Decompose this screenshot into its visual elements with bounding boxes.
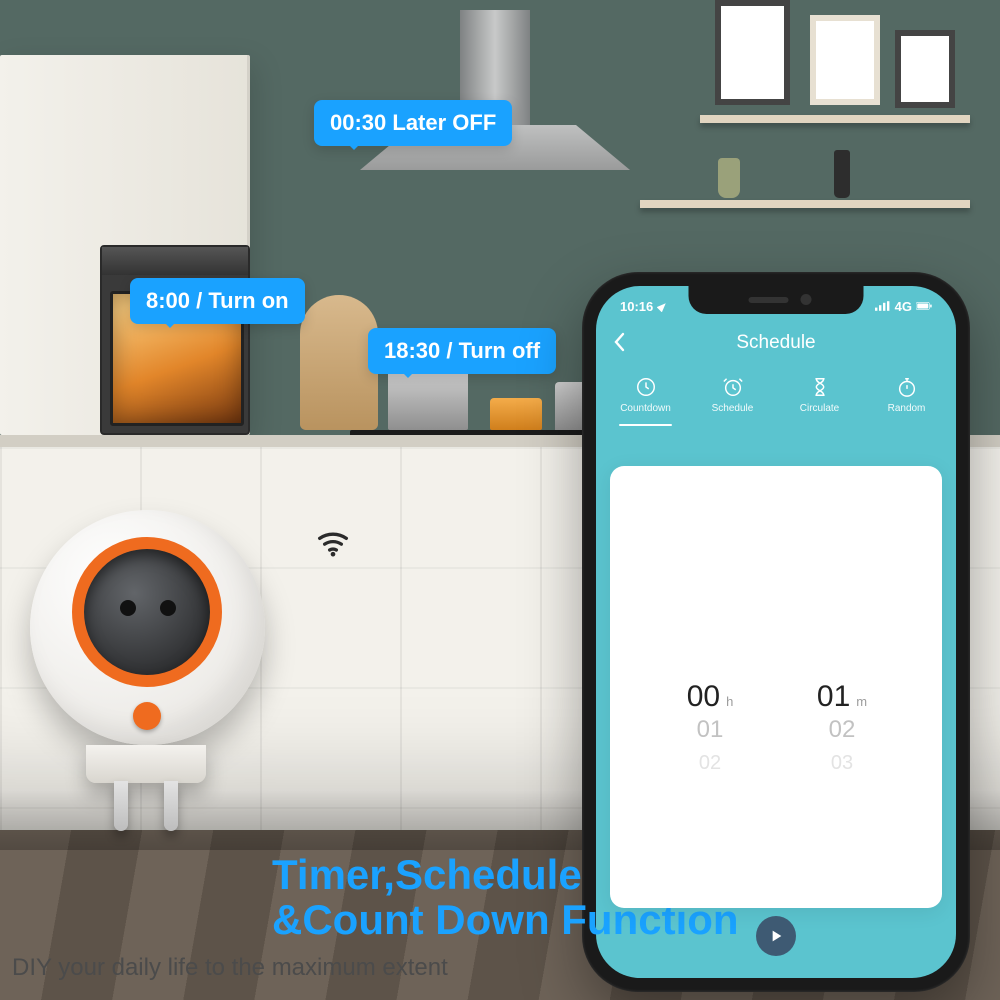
pot [490, 398, 542, 430]
signal-icon [875, 300, 891, 312]
subheadline: DIY your daily life to the maximum exten… [12, 954, 448, 982]
minutes-column[interactable]: 01 m 02 03 [797, 680, 887, 788]
hours-column[interactable]: 00 h 01 02 [665, 680, 755, 788]
clock-icon [635, 376, 657, 398]
status-carrier: 4G [895, 299, 912, 314]
bottle [834, 150, 850, 198]
vase [718, 158, 740, 198]
callout-timer-off: 00:30 Later OFF [314, 100, 512, 146]
countdown-card: 00 h 01 02 01 m 02 03 [610, 466, 942, 908]
start-button[interactable] [756, 916, 796, 956]
play-icon [768, 928, 784, 944]
smart-plug [10, 505, 300, 845]
app-header: Schedule Countdown Schedule Circulate [596, 326, 956, 456]
battery-icon [916, 300, 932, 312]
wifi-icon [313, 520, 353, 560]
hourglass-icon [809, 376, 831, 398]
status-time: 10:16 [620, 299, 668, 314]
picture-frame [715, 0, 790, 105]
tab-countdown[interactable]: Countdown [602, 376, 689, 414]
tab-random[interactable]: Random [863, 376, 950, 414]
callout-schedule-on: 8:00 / Turn on [130, 278, 305, 324]
tab-circulate[interactable]: Circulate [776, 376, 863, 414]
time-picker[interactable]: 00 h 01 02 01 m 02 03 [665, 680, 887, 788]
phone-mockup: 10:16 4G Schedule [582, 272, 970, 992]
wall-shelf [700, 115, 970, 123]
plug-power-button [133, 702, 161, 730]
picture-frame [810, 15, 880, 105]
tab-schedule[interactable]: Schedule [689, 376, 776, 414]
picture-frame [895, 30, 955, 108]
oven [100, 245, 250, 435]
wall-shelf [640, 200, 970, 208]
callout-schedule-off: 18:30 / Turn off [368, 328, 556, 374]
cutting-board [300, 295, 378, 430]
stopwatch-icon [896, 376, 918, 398]
back-button[interactable] [612, 332, 626, 358]
phone-notch [689, 286, 864, 314]
alarm-icon [722, 376, 744, 398]
page-title: Schedule [596, 326, 956, 354]
